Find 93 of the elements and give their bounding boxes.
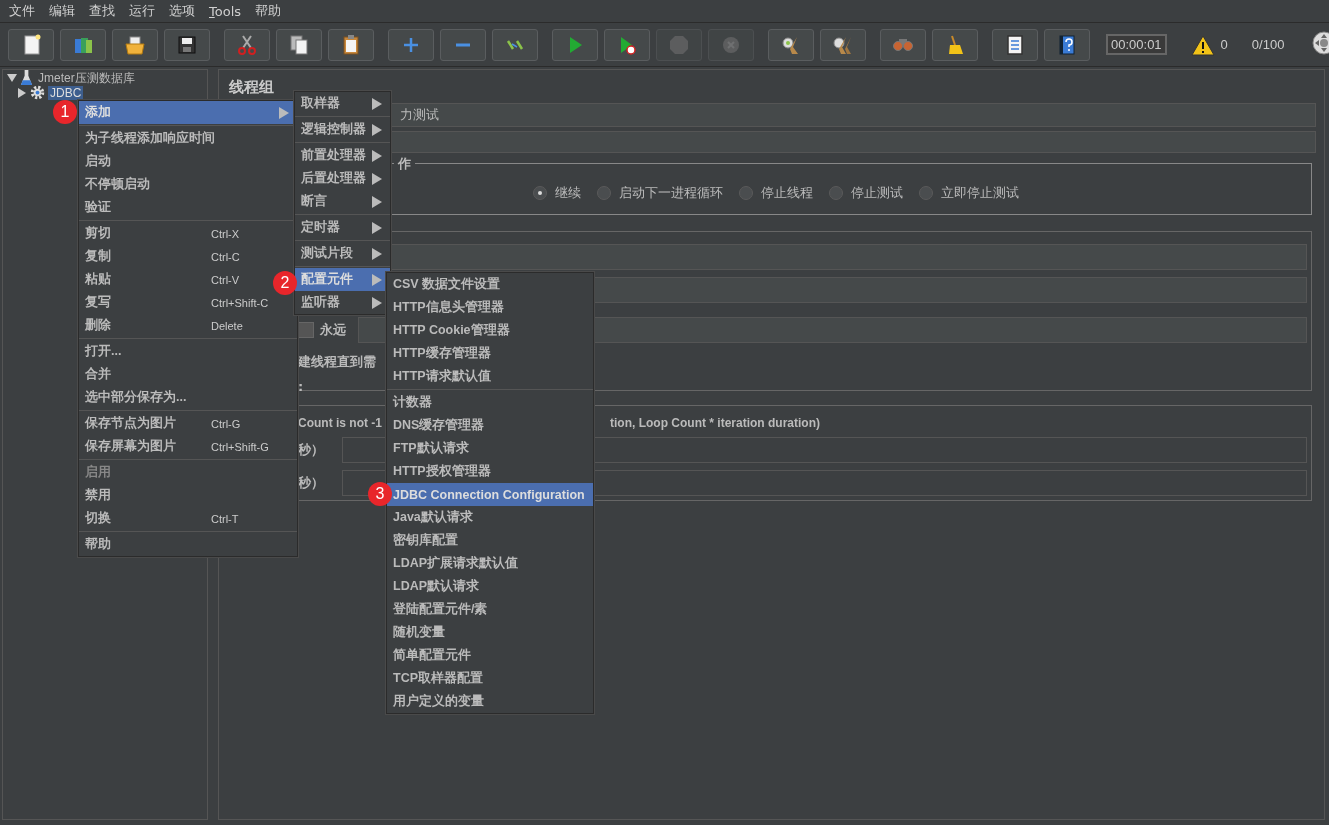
menu-item[interactable]: 编辑 [42, 2, 82, 20]
menu-item[interactable]: JDBC Connection Configuration [387, 483, 593, 506]
menu-item[interactable]: LDAP扩展请求默认值 [387, 552, 593, 575]
radio-label: 停止线程 [761, 184, 813, 202]
menu-item[interactable]: 帮助 [79, 533, 297, 556]
menu-item[interactable]: 帮助 [248, 2, 289, 20]
warning-count: 0 [1220, 37, 1228, 52]
toolbar-button[interactable] [164, 28, 210, 61]
menu-item[interactable]: 删除 Delete [79, 314, 297, 337]
binoculars-icon [893, 37, 913, 52]
note-text: tion, Loop Count * iteration duration) [610, 416, 820, 430]
thread-count: 0/100 [1251, 37, 1285, 52]
radio-label: 继续 [555, 184, 581, 202]
menu-item[interactable]: 打开... [79, 340, 297, 363]
menu-item[interactable]: Tools [202, 3, 249, 19]
field-label: : [298, 379, 304, 394]
copy-icon [287, 32, 311, 57]
flask-icon [20, 69, 33, 86]
radio-label: 启动下一进程循环 [619, 184, 723, 202]
menu-item[interactable]: 计数器 [387, 391, 593, 414]
radio-button[interactable] [533, 186, 547, 200]
field-label: 秒） [298, 474, 324, 492]
menu-item[interactable]: 文件 [2, 2, 42, 20]
menu-item[interactable]: LDAP默认请求 [387, 575, 593, 598]
menu-item[interactable]: HTTP授权管理器 [387, 460, 593, 483]
menu-item[interactable]: 后置处理器 [295, 167, 390, 190]
menu-item[interactable]: 保存节点为图片 Ctrl-G [79, 412, 297, 435]
triangle-icon[interactable] [17, 87, 27, 98]
toolbar-button[interactable] [604, 28, 650, 61]
menu-item[interactable]: 定时器 [295, 216, 390, 239]
menu-item[interactable]: HTTP缓存管理器 [387, 342, 593, 365]
menu-item[interactable]: 选项 [162, 2, 202, 20]
radio-label: 停止测试 [851, 184, 903, 202]
toolbar-button[interactable] [328, 28, 374, 61]
menu-item[interactable]: 不停顿启动 [79, 173, 297, 196]
elapsed-time: 00:00:01 [1106, 34, 1167, 55]
tree-item[interactable]: JDBC [48, 85, 84, 100]
menu-item[interactable]: HTTP信息头管理器 [387, 296, 593, 319]
toolbar-button[interactable] [276, 28, 322, 61]
menu-item[interactable]: Java默认请求 [387, 506, 593, 529]
step-badge: 1 [53, 100, 77, 124]
toolbar-button[interactable] [1044, 28, 1090, 61]
menu-item[interactable]: 剪切 Ctrl-X [79, 222, 297, 245]
menu-item[interactable]: 选中部分保存为... [79, 386, 297, 409]
panel-title: 线程组 [229, 78, 275, 97]
toolbar-button[interactable] [820, 28, 866, 61]
remote-icon[interactable] [1312, 31, 1329, 55]
menu-item[interactable]: 密钥库配置 [387, 529, 593, 552]
menu-item[interactable]: HTTP请求默认值 [387, 365, 593, 388]
toolbar-button[interactable] [932, 28, 978, 61]
menu-item[interactable]: DNS缓存管理器 [387, 414, 593, 437]
note-text: Count is not -1 [298, 416, 382, 430]
menu-item[interactable]: 查找 [82, 2, 122, 20]
menu-item[interactable]: 禁用 [79, 484, 297, 507]
menu-item[interactable]: 简单配置元件 [387, 644, 593, 667]
menu-item[interactable]: 验证 [79, 196, 297, 219]
group-title: 作 [394, 155, 415, 173]
menu-item[interactable]: 合并 [79, 363, 297, 386]
toolbar-button[interactable] [992, 28, 1038, 61]
menu-item[interactable]: 登陆配置元件/素 [387, 598, 593, 621]
menu-item[interactable]: 断言 [295, 190, 390, 213]
menu-item[interactable]: 随机变量 [387, 621, 593, 644]
menu-item[interactable]: 测试片段 [295, 242, 390, 265]
toolbar-button[interactable] [8, 28, 54, 61]
menu-item[interactable]: 启动 [79, 150, 297, 173]
menu-item[interactable]: FTP默认请求 [387, 437, 593, 460]
triangle-icon[interactable] [7, 72, 17, 83]
checkbox-label: 永远 [320, 321, 346, 339]
tree-item[interactable]: Jmeter压测数据库 [36, 70, 137, 85]
menu-item[interactable]: HTTP Cookie管理器 [387, 319, 593, 342]
menu-item[interactable]: TCP取样器配置 [387, 667, 593, 690]
menu-item[interactable]: 前置处理器 [295, 144, 390, 167]
menu-item[interactable]: 切换 Ctrl-T [79, 507, 297, 530]
menu-item[interactable]: 为子线程添加响应时间 [79, 127, 297, 150]
radio-button[interactable] [829, 186, 843, 200]
gear-icon [30, 85, 45, 100]
menu-item[interactable]: 保存屏幕为图片 Ctrl+Shift-G [79, 435, 297, 458]
menu-item[interactable]: 运行 [122, 2, 162, 20]
field-label: 秒） [298, 441, 324, 459]
menu-item[interactable]: 逻辑控制器 [295, 118, 390, 141]
radio-button[interactable] [597, 186, 611, 200]
menu-item[interactable]: 复制 Ctrl-C [79, 245, 297, 268]
menu-item[interactable]: CSV 数据文件设置 [387, 273, 593, 296]
radio-label: 立即停止测试 [941, 184, 1019, 202]
option-label: 建线程直到需 [298, 353, 376, 371]
radio-button[interactable] [919, 186, 933, 200]
radio-button[interactable] [739, 186, 753, 200]
minus-icon [455, 41, 471, 48]
menu-item[interactable]: 用户定义的变量 [387, 690, 593, 713]
toolbar-button[interactable] [768, 28, 814, 61]
menu-item[interactable]: 配置元件 [295, 268, 390, 291]
toolbar-button[interactable] [112, 28, 158, 61]
menu-item[interactable]: 监听器 [295, 291, 390, 314]
